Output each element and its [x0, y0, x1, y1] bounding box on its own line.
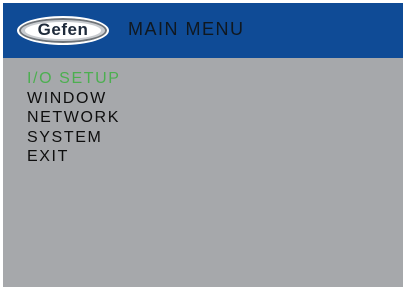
page-title: MAIN MENU — [128, 19, 245, 39]
menu-item-system[interactable]: SYSTEM — [27, 128, 121, 148]
header-bar: Gefen MAIN MENU — [3, 3, 403, 58]
menu-item-network[interactable]: NETWORK — [27, 108, 121, 128]
menu-item-exit[interactable]: EXIT — [27, 147, 121, 167]
logo-text: Gefen — [37, 20, 89, 39]
main-menu: I/O SETUP WINDOW NETWORK SYSTEM EXIT — [27, 69, 121, 167]
osd-panel: Gefen MAIN MENU I/O SETUP WINDOW NETWORK… — [3, 3, 403, 287]
menu-item-io-setup[interactable]: I/O SETUP — [27, 69, 121, 89]
gefen-logo: Gefen — [17, 16, 109, 45]
menu-item-window[interactable]: WINDOW — [27, 89, 121, 109]
